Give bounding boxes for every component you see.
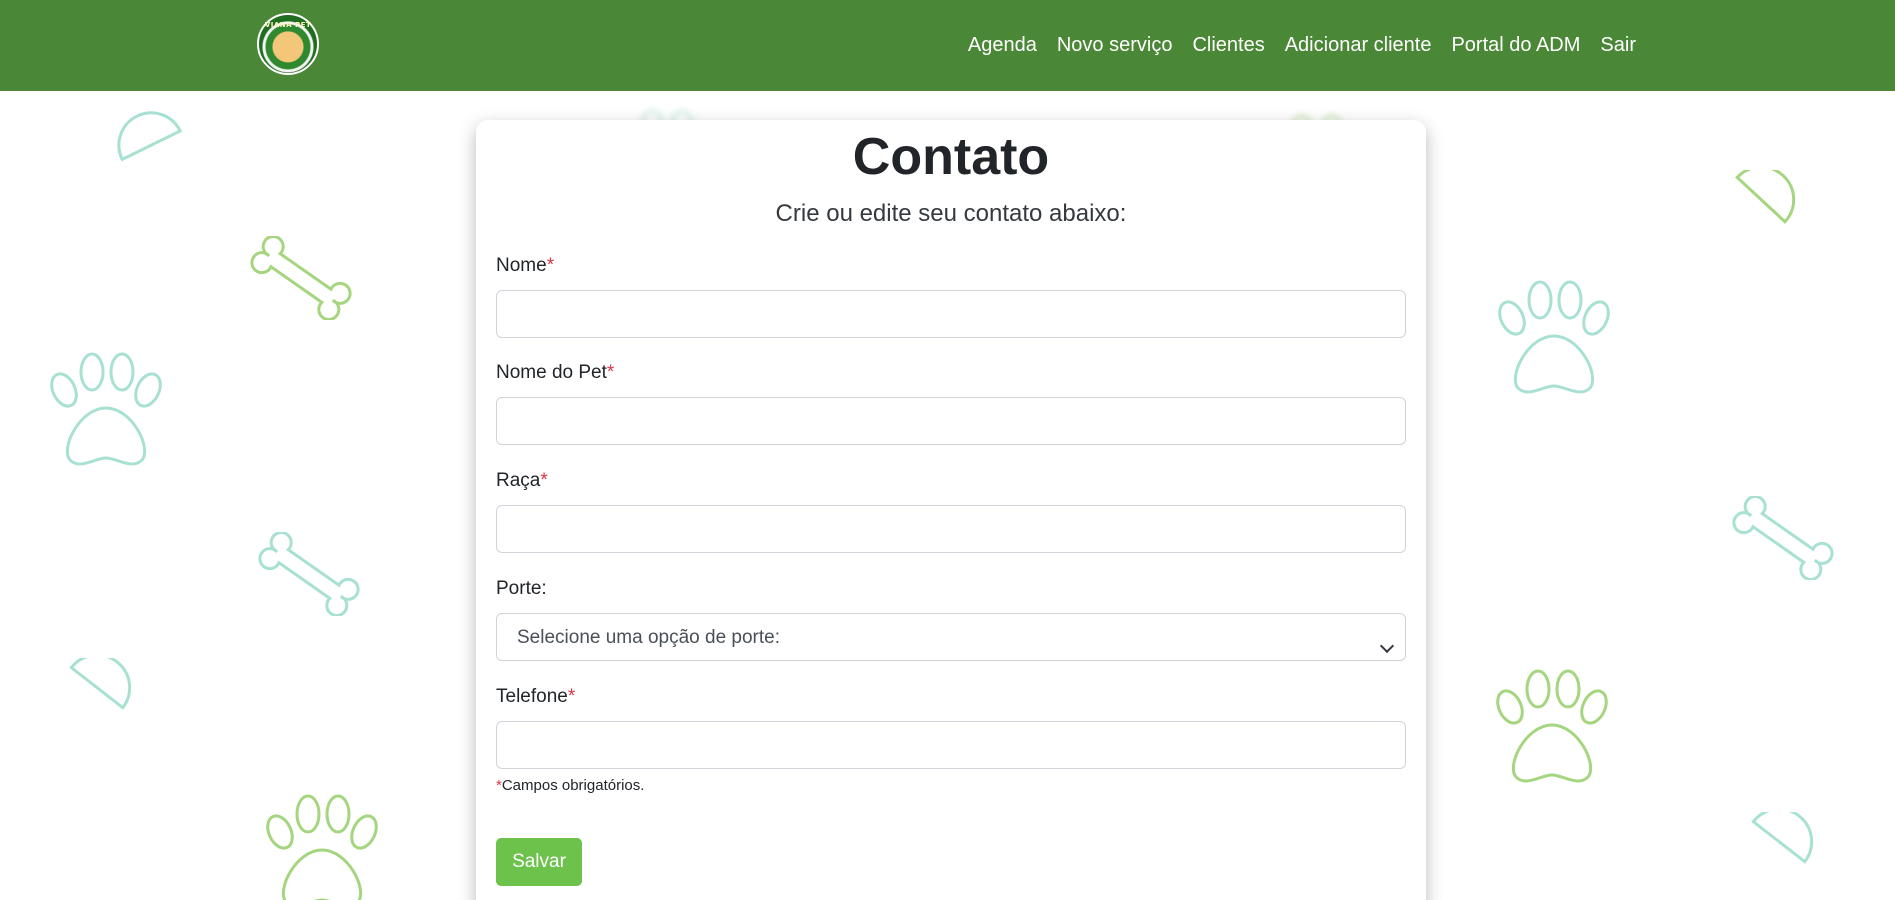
field-porte: Porte: Selecione uma opção de porte: [496, 577, 1406, 661]
page-subtitle: Crie ou edite seu contato abaixo: [775, 200, 1127, 227]
nav-link-agenda[interactable]: Agenda [968, 34, 1037, 57]
nav-link-clientes[interactable]: Clientes [1192, 34, 1264, 57]
bowl-icon [117, 111, 183, 162]
field-nome: Nome* [496, 254, 1406, 338]
nome-label: Nome* [496, 254, 1406, 278]
save-button[interactable]: Salvar [496, 838, 582, 886]
paw-icon [1498, 280, 1610, 394]
raca-label-text: Raça [496, 470, 541, 491]
bone-icon [258, 532, 360, 616]
paw-icon [1496, 669, 1608, 783]
raca-input[interactable] [496, 505, 1406, 553]
porte-select[interactable]: Selecione uma opção de porte: [496, 613, 1406, 661]
field-telefone: Telefone* [496, 685, 1406, 769]
contact-form-card: Contato Crie ou edite seu contato abaixo… [476, 120, 1426, 900]
raca-label: Raça* [496, 469, 1406, 493]
required-asterisk: * [540, 470, 548, 491]
nav-link-sair[interactable]: Sair [1600, 34, 1636, 57]
required-asterisk: * [546, 255, 555, 276]
nome-input[interactable] [496, 290, 1406, 338]
bone-icon [1732, 496, 1834, 580]
brand-logo[interactable]: VIANA PET [257, 13, 319, 75]
bowl-icon [69, 658, 132, 710]
bowl-icon [1751, 812, 1814, 864]
porte-label: Porte: [496, 578, 547, 599]
field-nome-pet: Nome do Pet* [496, 361, 1406, 445]
logo-text: VIANA PET [264, 21, 312, 29]
nome-pet-label: Nome do Pet* [496, 361, 1406, 385]
telefone-label: Telefone* [496, 685, 1406, 709]
nav-link-adicionar-cliente[interactable]: Adicionar cliente [1285, 34, 1432, 57]
telefone-label-text: Telefone [496, 686, 568, 707]
nav-link-portal-adm[interactable]: Portal do ADM [1451, 34, 1580, 57]
required-asterisk: * [567, 686, 576, 707]
nome-pet-input[interactable] [496, 397, 1406, 445]
porte-select-wrap: Selecione uma opção de porte: [496, 613, 1406, 661]
field-raca: Raça* [496, 469, 1406, 553]
page-title: Contato [852, 128, 1050, 186]
required-asterisk: * [606, 362, 615, 383]
required-note: *Campos obrigatórios. [496, 777, 644, 794]
top-navbar: VIANA PET Agenda Novo serviço Clientes A… [0, 0, 1895, 91]
nome-pet-label-text: Nome do Pet [496, 362, 607, 383]
nav-link-novo-servico[interactable]: Novo serviço [1057, 34, 1173, 57]
paw-icon [266, 794, 378, 900]
telefone-input[interactable] [496, 721, 1406, 769]
required-note-text: Campos obrigatórios. [501, 777, 645, 794]
bone-icon [250, 236, 352, 320]
nav-links: Agenda Novo serviço Clientes Adicionar c… [968, 0, 1636, 91]
nome-label-text: Nome [496, 255, 547, 276]
paw-icon [50, 352, 162, 466]
bowl-icon [1735, 170, 1796, 224]
